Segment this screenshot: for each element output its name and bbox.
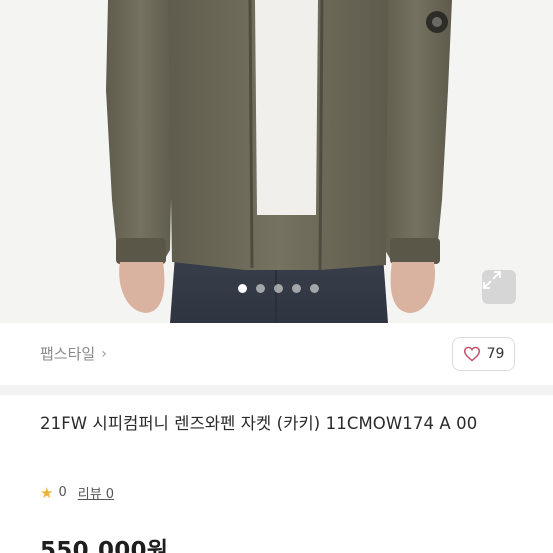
carousel-dot[interactable]	[274, 284, 283, 293]
like-button[interactable]: 79	[452, 337, 515, 371]
review-link[interactable]: 리뷰 0	[78, 483, 114, 502]
like-count: 79	[486, 346, 505, 362]
section-divider	[0, 385, 553, 395]
product-photo	[0, 0, 553, 323]
carousel-dot[interactable]	[292, 284, 301, 293]
rating-row: ★ 0 리뷰 0	[40, 483, 114, 503]
expand-image-button[interactable]	[482, 270, 516, 304]
product-title: 21FW 시피컴퍼니 렌즈와펜 자켓 (카키) 11CMOW174 A 00	[40, 414, 478, 433]
heart-icon	[463, 346, 480, 362]
expand-icon	[483, 271, 501, 289]
seller-row: 팹스타일 › 79	[0, 323, 553, 385]
carousel-indicator	[0, 284, 553, 293]
product-price: 550,000원	[40, 538, 169, 553]
carousel-dot[interactable]	[310, 284, 319, 293]
seller-link[interactable]: 팹스타일 ›	[40, 343, 107, 364]
product-image-carousel[interactable]	[0, 0, 553, 323]
carousel-dot[interactable]	[238, 284, 247, 293]
seller-name: 팹스타일	[40, 345, 96, 363]
star-icon: ★	[40, 483, 54, 502]
carousel-dot[interactable]	[256, 284, 265, 293]
chevron-right-icon: ›	[101, 345, 107, 362]
rating-value: 0	[58, 485, 67, 500]
